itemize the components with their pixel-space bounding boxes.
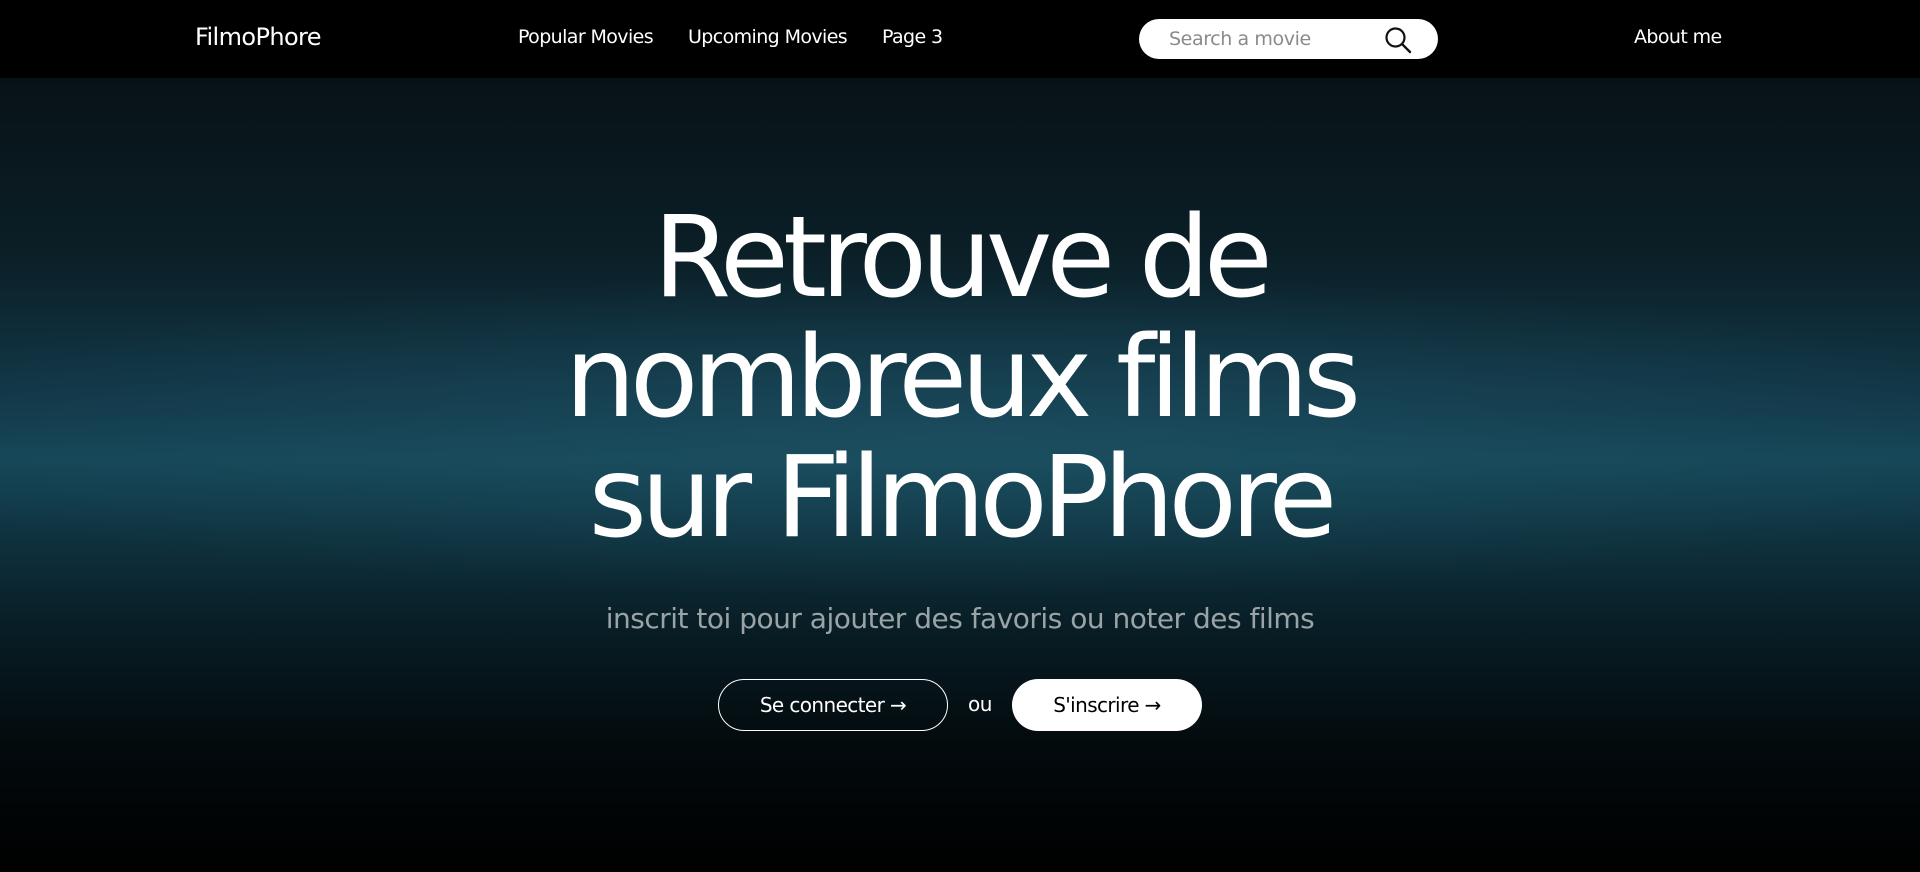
search-icon [1385,27,1412,54]
nav-link-page-3[interactable]: Page 3 [882,26,943,48]
search-button[interactable] [1383,25,1413,55]
search-box [1139,19,1438,59]
hero-title-line: Retrouve de [653,193,1273,323]
search-input[interactable] [1169,19,1379,59]
hero-title: Retrouve de nombreux films sur FilmoPhor… [0,198,1920,558]
nav-link-about-me[interactable]: About me [1634,26,1722,48]
brand-logo-link[interactable]: FilmoPhore [195,23,322,51]
navbar: FilmoPhore Popular Movies Upcoming Movie… [0,0,1920,78]
nav-link-upcoming-movies[interactable]: Upcoming Movies [688,26,848,48]
login-button[interactable]: Se connecter → [718,679,948,731]
nav-link-popular-movies[interactable]: Popular Movies [518,26,654,48]
or-separator-text: ou [967,692,993,716]
hero-subtitle: inscrit toi pour ajouter des favoris ou … [605,602,1315,635]
hero-title-line: nombreux films [564,313,1361,443]
hero-section: Retrouve de nombreux films sur FilmoPhor… [0,78,1920,872]
hero-title-line: sur FilmoPhore [588,433,1338,563]
signup-button[interactable]: S'inscrire → [1012,679,1202,731]
